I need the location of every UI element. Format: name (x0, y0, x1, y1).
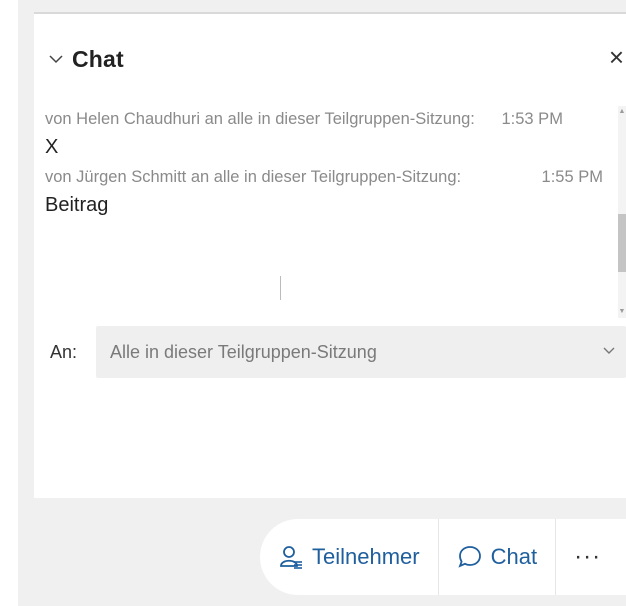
close-icon[interactable]: × (609, 44, 624, 70)
participants-label: Teilnehmer (312, 544, 420, 569)
chat-panel: Chat × von Helen Chaudhuri an alle in di… (34, 14, 626, 498)
recipient-label: An: (50, 341, 78, 362)
more-icon[interactable]: ··· (556, 543, 619, 571)
message-sender: von Jürgen Schmitt an alle in dieser Tei… (45, 168, 462, 186)
participants-icon (280, 546, 302, 569)
chat-header[interactable]: Chat (48, 42, 124, 76)
message-sender: von Helen Chaudhuri an alle in dieser Te… (45, 110, 475, 128)
chevron-down-icon (603, 347, 615, 354)
message-meta: von Jürgen Schmitt an alle in dieser Tei… (45, 164, 611, 190)
chat-bubble-icon (458, 546, 481, 568)
scrollbar-thumb[interactable] (618, 214, 626, 272)
chat-label: Chat (490, 544, 538, 569)
message-scrollbar[interactable]: ▲ ▼ (618, 106, 626, 318)
recipient-select[interactable]: Alle in dieser Teilgruppen-Sitzung (96, 326, 626, 378)
message-list: von Helen Chaudhuri an alle in dieser Te… (45, 106, 611, 310)
message-time: 1:53 PM (501, 110, 563, 128)
chat-title: Chat (72, 45, 124, 72)
scroll-up-icon[interactable]: ▲ (618, 108, 626, 116)
chat-button[interactable]: Chat (439, 519, 555, 595)
recipient-value: Alle in dieser Teilgruppen-Sitzung (110, 341, 377, 362)
text-cursor (280, 276, 281, 300)
message-meta: von Helen Chaudhuri an alle in dieser Te… (45, 106, 611, 132)
message-text: Beitrag (45, 194, 109, 216)
recipient-row: An: Alle in dieser Teilgruppen-Sitzung (50, 326, 626, 378)
participants-button[interactable]: Teilnehmer (260, 519, 438, 595)
chevron-down-icon[interactable] (48, 51, 64, 67)
message-time: 1:55 PM (541, 168, 603, 186)
message-text: X (45, 136, 59, 158)
scroll-down-icon[interactable]: ▼ (618, 308, 626, 316)
meeting-toolbar: Teilnehmer Chat ··· (260, 519, 626, 595)
